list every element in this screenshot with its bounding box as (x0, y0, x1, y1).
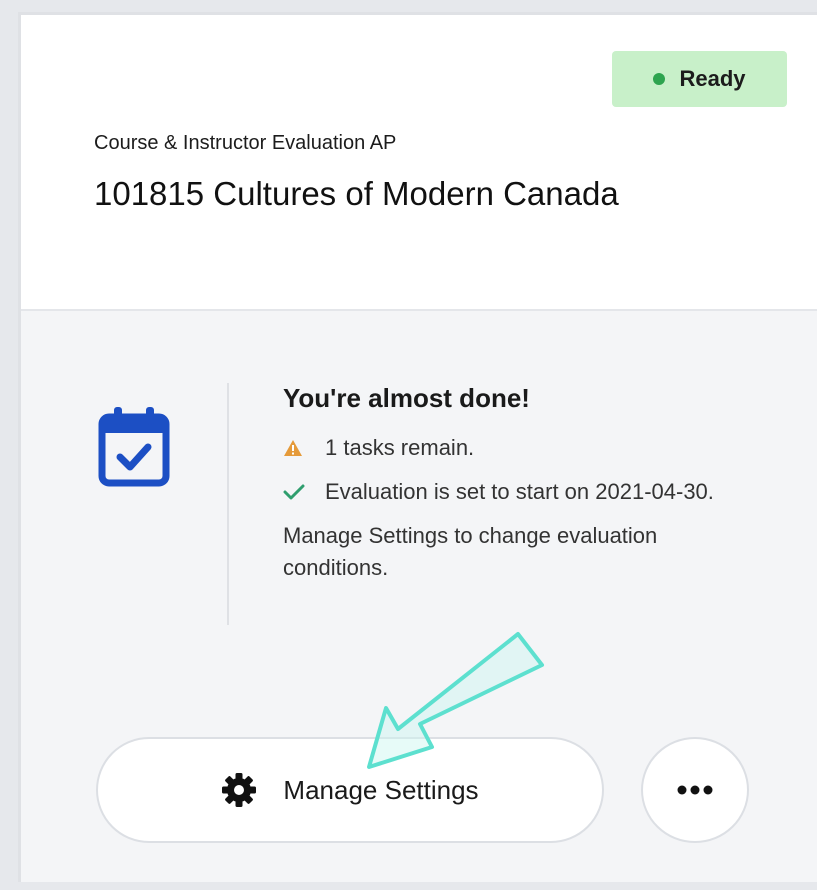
manage-settings-button[interactable]: Manage Settings (96, 737, 604, 843)
message-item: 1 tasks remain. (283, 432, 753, 464)
message-item-text: 1 tasks remain. (325, 435, 475, 460)
status-message: You're almost done! 1 tasks remain. Eval… (283, 383, 753, 584)
message-item-text: Evaluation is set to start on 2021-04-30… (325, 479, 714, 504)
message-note: Manage Settings to change evaluation con… (283, 523, 658, 580)
more-dots-icon (677, 785, 713, 795)
evaluation-card: Ready Course & Instructor Evaluation AP … (18, 12, 817, 882)
evaluation-subtitle: Course & Instructor Evaluation AP (94, 132, 397, 154)
status-badge: Ready (612, 51, 787, 107)
more-options-button[interactable] (641, 737, 749, 843)
check-icon (283, 476, 325, 508)
warning-icon (283, 432, 325, 464)
status-dot-icon (653, 73, 666, 85)
gear-icon (222, 773, 257, 807)
calendar-check-icon (98, 407, 170, 487)
card-header: Ready Course & Instructor Evaluation AP … (21, 15, 817, 311)
vertical-divider (227, 383, 229, 625)
message-item: Evaluation is set to start on 2021-04-30… (283, 476, 753, 508)
status-label: Ready (679, 66, 746, 91)
manage-settings-label: Manage Settings (283, 774, 479, 805)
message-heading: You're almost done! (283, 383, 530, 413)
course-title: 101815 Cultures of Modern Canada (94, 175, 619, 212)
